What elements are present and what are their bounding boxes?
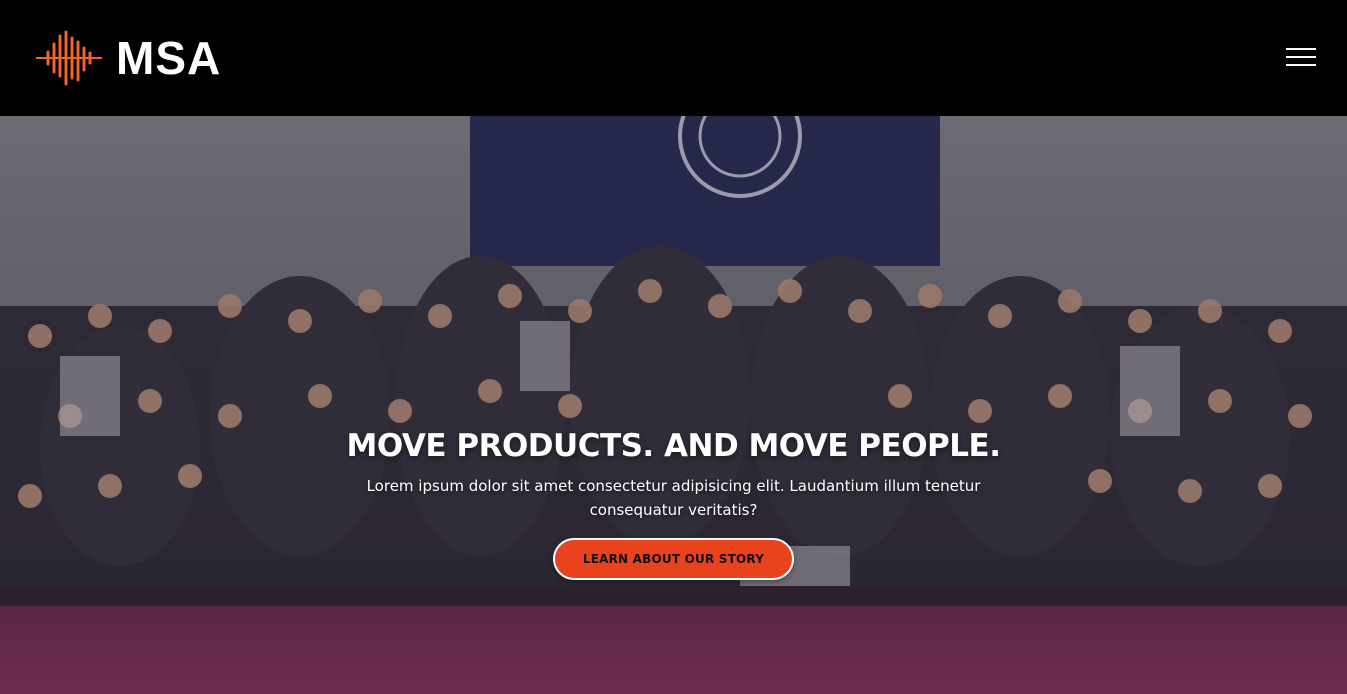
hero-title: MOVE PRODUCTS. AND MOVE PEOPLE. — [346, 428, 1001, 464]
hero-subtitle: Lorem ipsum dolor sit amet consectetur a… — [366, 477, 981, 519]
brand-logo[interactable]: MSA — [36, 30, 221, 86]
brand-name: MSA — [116, 32, 222, 84]
hero-content: MOVE PRODUCTS. AND MOVE PEOPLE. Lorem ip… — [0, 422, 1347, 580]
hero-section: MOVE PRODUCTS. AND MOVE PEOPLE. Lorem ip… — [0, 116, 1347, 694]
site-header: MSA — [0, 0, 1347, 116]
sound-wave-icon — [36, 30, 102, 86]
hamburger-menu-icon[interactable] — [1286, 46, 1316, 68]
learn-story-button[interactable]: LEARN ABOUT OUR STORY — [552, 538, 795, 580]
hero-overlay — [0, 116, 1347, 694]
